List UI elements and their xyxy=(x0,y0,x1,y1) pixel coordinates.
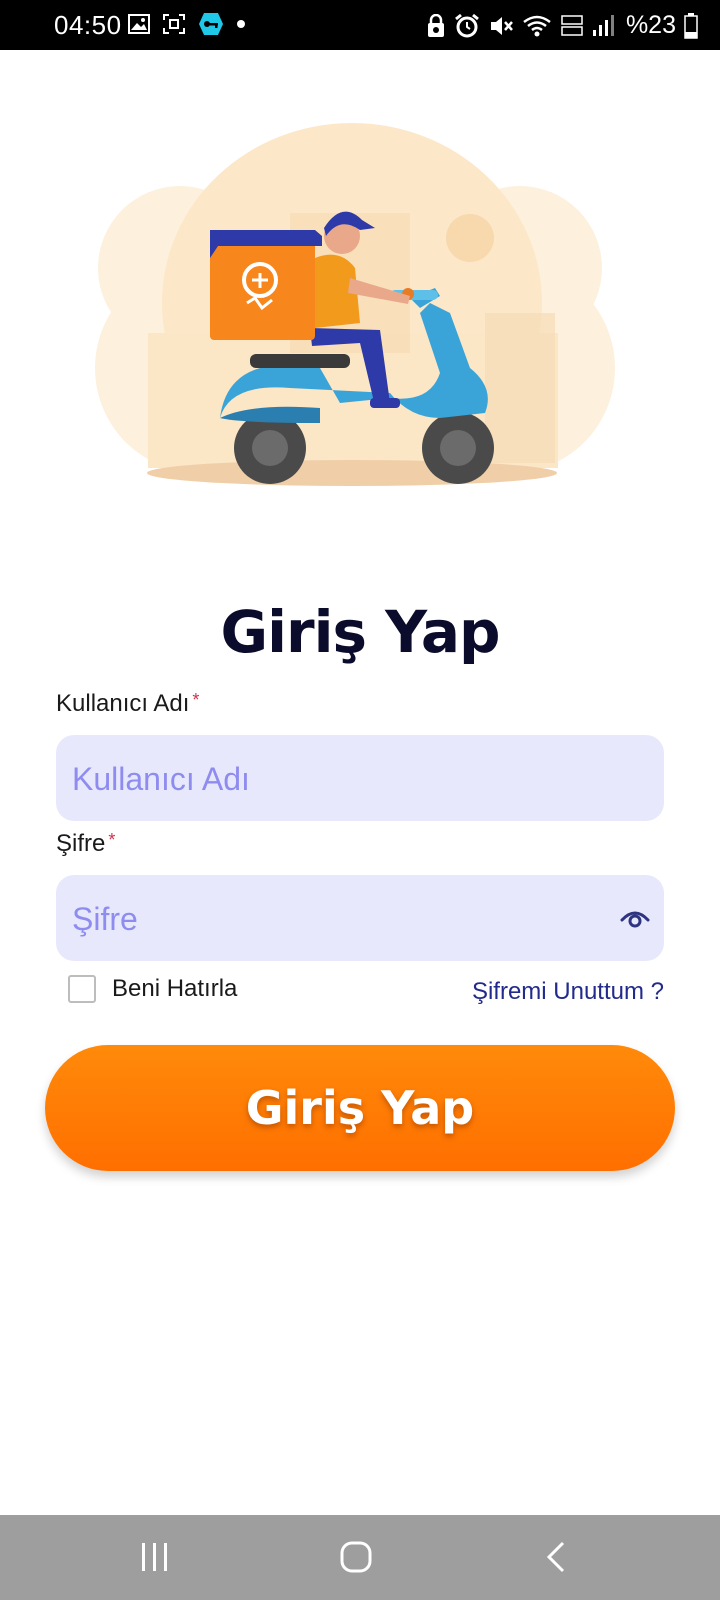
battery-percent: %23 xyxy=(625,11,676,39)
back-icon[interactable] xyxy=(545,1541,567,1573)
password-field-container[interactable] xyxy=(56,875,664,963)
required-mark: * xyxy=(192,690,200,710)
forgot-password-link[interactable]: Şifremi Unuttum ? xyxy=(472,978,664,1006)
login-button-label: Giriş Yap xyxy=(245,1081,475,1135)
password-label: Şifre * xyxy=(56,830,115,858)
remember-checkbox[interactable] xyxy=(68,975,96,1003)
page-title: Giriş Yap xyxy=(220,598,500,666)
username-input[interactable] xyxy=(70,735,614,823)
mute-icon xyxy=(490,16,513,35)
signal-icon xyxy=(592,14,614,36)
alarm-icon xyxy=(455,13,479,37)
username-label-text: Kullanıcı Adı xyxy=(56,690,190,717)
wifi-icon xyxy=(523,15,551,36)
username-field-container[interactable] xyxy=(56,735,664,823)
recent-apps-icon[interactable] xyxy=(140,1541,170,1573)
delivery-scooter-illustration xyxy=(95,123,615,486)
navigation-bar xyxy=(0,1515,720,1600)
home-icon[interactable] xyxy=(340,1541,372,1573)
password-label-text: Şifre xyxy=(56,830,106,857)
remember-me[interactable]: Beni Hatırla xyxy=(68,975,237,1003)
nfc-lock-icon xyxy=(427,13,444,37)
dot-icon xyxy=(237,20,245,28)
vpn-key-icon xyxy=(199,13,223,35)
show-password-eye-icon[interactable] xyxy=(620,904,650,932)
login-button[interactable]: Giriş Yap xyxy=(45,1045,675,1171)
battery-icon xyxy=(684,12,698,39)
remember-label: Beni Hatırla xyxy=(112,975,238,1002)
status-time: 04:50 xyxy=(54,10,122,40)
volte-icon xyxy=(561,14,583,36)
screenshot-icon xyxy=(163,14,185,34)
gallery-icon xyxy=(128,14,150,34)
required-mark: * xyxy=(108,830,116,850)
status-bar: 04:50 %23 xyxy=(0,0,720,50)
password-input[interactable] xyxy=(70,875,614,963)
username-label: Kullanıcı Adı * xyxy=(56,690,199,718)
